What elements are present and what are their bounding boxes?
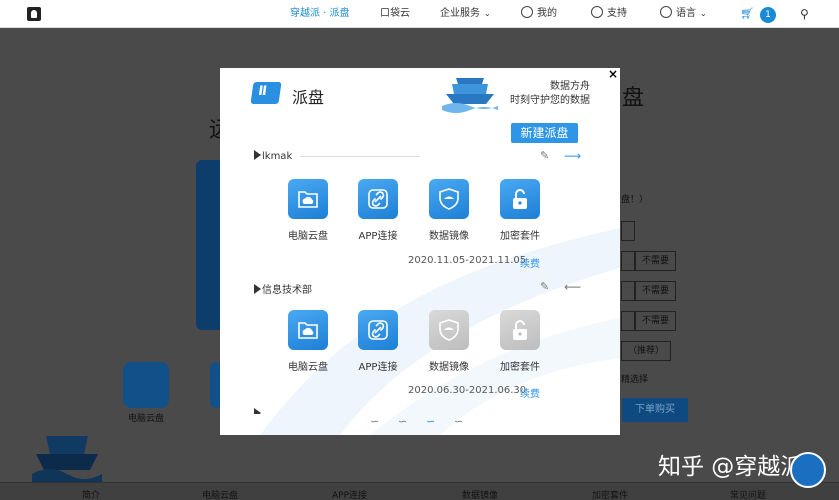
nav-item-enterprise[interactable]: 企业服务 ⌄: [440, 0, 491, 28]
close-icon[interactable]: ×: [607, 68, 619, 80]
nav-item-koudaiyun[interactable]: 口袋云: [380, 0, 410, 28]
pager-dot[interactable]: ∽: [398, 416, 407, 427]
app-label: 数据镜像: [429, 362, 469, 373]
cart-icon: 🛒︎: [740, 7, 754, 20]
bg-bottom-tabbar: [0, 482, 839, 500]
bg-ark-logo-icon: [32, 436, 102, 482]
app-encryption-kit-disabled[interactable]: 加密套件: [490, 310, 550, 373]
bg-tile-label: 电脑云盘: [128, 414, 165, 424]
bg-option-stub: [621, 281, 635, 301]
bg-tab: 加密套件: [592, 491, 629, 500]
new-paipan-button[interactable]: 新建派盘: [511, 123, 578, 143]
nav-label-enterprise: 企业服务: [440, 8, 480, 19]
cloud-folder-icon: [288, 179, 328, 219]
bg-tab: 数据镜像: [462, 491, 499, 500]
bg-text-fragment: 盘！）: [621, 195, 649, 205]
nav-label-mine: 我的: [537, 8, 557, 19]
play-triangle-icon: [254, 408, 261, 414]
bg-tab: 简介: [82, 491, 101, 500]
edit-icon[interactable]: ✎: [540, 281, 552, 293]
section-header-lkmak[interactable]: lkmak: [254, 150, 292, 162]
app-data-mirror[interactable]: 数据镜像: [419, 179, 479, 242]
subscription-date-range: 2020.06.30-2021.06.30: [408, 385, 527, 396]
bg-heading-right: 盘: [622, 86, 645, 111]
nav-label-language: 语言: [676, 8, 696, 19]
subscription-date-range: 2020.11.05-2021.11.05: [408, 255, 527, 266]
cloud-folder-icon: [288, 310, 328, 350]
nav-item-support[interactable]: 支持: [591, 0, 627, 28]
section-header-partial: [254, 408, 262, 414]
ark-icon: [442, 78, 498, 113]
play-triangle-icon: [254, 284, 261, 294]
section-header-it-department[interactable]: 信息技术部: [254, 281, 312, 296]
search-icon[interactable]: ⚲: [800, 0, 809, 28]
bg-tab: 常见问题: [730, 491, 767, 500]
section-divider: [300, 156, 420, 157]
paipan-modal: × 派盘 数据方舟 时刻守护您的数据 新建派盘 lkmak ✎ ⟶ 电脑云盘 A…: [220, 68, 620, 435]
app-label: 加密套件: [500, 231, 540, 242]
app-label: 数据镜像: [429, 231, 469, 242]
app-encryption-kit[interactable]: 加密套件: [490, 179, 550, 242]
bg-option-button: （推荐）: [621, 341, 672, 361]
zhihu-watermark: 知乎 @穿越派: [658, 454, 804, 480]
shield-icon: [429, 179, 469, 219]
bg-option-stub: [621, 251, 635, 271]
app-label: 电脑云盘: [288, 362, 328, 373]
link-icon: [358, 179, 398, 219]
bg-text-fragment: 精选择: [621, 375, 649, 385]
watermark-avatar: [790, 452, 826, 488]
globe-icon: [660, 6, 672, 18]
bg-cloud-tile-icon: [123, 362, 169, 408]
renew-link[interactable]: 续费: [520, 385, 540, 400]
nav-item-mine[interactable]: 我的: [521, 0, 557, 28]
tagline-line1: 数据方舟: [550, 81, 590, 92]
app-label: APP连接: [358, 231, 398, 242]
bg-option-stub: [621, 221, 635, 241]
bg-order-button: 下单购买: [622, 398, 688, 422]
nav-label-support: 支持: [607, 8, 627, 19]
lock-icon: [500, 179, 540, 219]
section-name: 信息技术部: [262, 285, 312, 296]
paipan-logo-icon: [250, 82, 282, 104]
bg-option-button: 不需要: [635, 311, 677, 331]
top-navigation: 穿越派 · 派盘 口袋云 企业服务 ⌄ 我的 支持 语言 ⌄ 🛒︎ 1 ⚲: [0, 0, 839, 28]
user-icon: [521, 6, 533, 18]
bg-tab: 电脑云盘: [202, 491, 239, 500]
cart-button[interactable]: 🛒︎ 1: [740, 0, 776, 28]
app-label: 加密套件: [500, 362, 540, 373]
app-connect[interactable]: APP连接: [348, 310, 408, 373]
app-cloud-disk[interactable]: 电脑云盘: [278, 310, 338, 373]
edit-icon[interactable]: ✎: [540, 150, 552, 162]
pager-dot[interactable]: ∽: [370, 416, 379, 427]
app-connect[interactable]: APP连接: [348, 179, 408, 242]
app-label: APP连接: [358, 362, 398, 373]
bg-tab: APP连接: [332, 491, 368, 500]
bg-option-stub: [621, 311, 635, 331]
modal-title: 派盘: [292, 88, 325, 107]
shield-icon: [429, 310, 469, 350]
app-label: 电脑云盘: [288, 231, 328, 242]
tagline: 数据方舟 时刻守护您的数据: [510, 80, 590, 108]
app-data-mirror-disabled[interactable]: 数据镜像: [419, 310, 479, 373]
support-icon: [591, 6, 603, 18]
app-cloud-disk[interactable]: 电脑云盘: [278, 179, 338, 242]
arrow-right-icon[interactable]: ⟶: [564, 150, 581, 162]
pager-dot[interactable]: ∽: [454, 416, 463, 427]
bg-option-button: 不需要: [635, 281, 677, 301]
nav-item-language[interactable]: 语言 ⌄: [660, 0, 707, 28]
cart-count-badge: 1: [759, 7, 776, 23]
section-name: lkmak: [262, 151, 293, 162]
lock-icon: [500, 310, 540, 350]
chevron-down-icon: ⌄: [700, 9, 707, 18]
site-logo[interactable]: [27, 7, 41, 21]
chevron-down-icon: ⌄: [484, 9, 491, 18]
renew-link[interactable]: 续费: [520, 255, 540, 270]
tagline-line2: 时刻守护您的数据: [510, 95, 590, 106]
arrow-left-icon[interactable]: ⟵: [564, 281, 581, 293]
link-icon: [358, 310, 398, 350]
bg-option-button: 不需要: [635, 251, 677, 271]
nav-item-paipan[interactable]: 穿越派 · 派盘: [290, 0, 350, 28]
pager-dot-active[interactable]: ∽: [426, 416, 435, 427]
play-triangle-icon: [254, 150, 261, 160]
